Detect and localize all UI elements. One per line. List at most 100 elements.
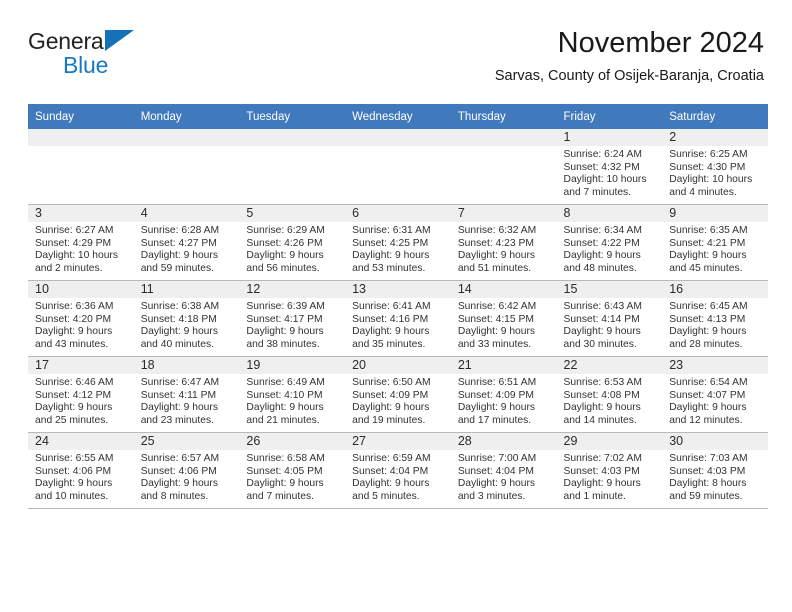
sunset-time: Sunset: 4:03 PM (563, 465, 640, 477)
sunset-time: Sunset: 4:04 PM (352, 465, 429, 477)
sunrise-sunset-calendar-table: Sunday Monday Tuesday Wednesday Thursday… (28, 104, 768, 509)
calendar-day-cell[interactable]: 1 Sunrise: 6:24 AM Sunset: 4:32 PM Daylight… (556, 129, 663, 205)
sunrise-time: Sunrise: 6:45 AM (669, 301, 748, 312)
daylight-duration-line1: Daylight: 9 hours (457, 250, 536, 262)
daylight-duration-line1: Daylight: 9 hours (457, 478, 536, 490)
page-title: November 2024 (557, 27, 764, 59)
sunrise-time: Sunrise: 6:59 AM (352, 453, 431, 464)
calendar-day-cell[interactable]: 15 Sunrise: 6:43 AM Sunset: 4:14 PM Dayligh… (556, 280, 663, 357)
day-details: Sunrise: 7:02 AM Sunset: 4:03 PM Daylight:… (557, 450, 663, 503)
calendar-day-cell[interactable]: 22 Sunrise: 6:53 AM Sunset: 4:08 PM Dayligh… (556, 356, 663, 433)
sunset-time: Sunset: 4:05 PM (246, 465, 323, 477)
sunset-time: Sunset: 4:04 PM (457, 465, 534, 477)
sunrise-time: Sunrise: 6:49 AM (246, 377, 325, 388)
calendar-day-cell[interactable]: 30 Sunrise: 7:03 AM Sunset: 4:03 PM Dayligh… (662, 432, 768, 509)
day-number: 25 (133, 433, 240, 450)
calendar-day-cell[interactable]: 28 Sunrise: 7:00 AM Sunset: 4:04 PM Dayligh… (450, 432, 557, 509)
daylight-duration-line1: Daylight: 9 hours (140, 402, 218, 414)
sunset-time: Sunset: 4:20 PM (35, 313, 112, 325)
calendar-day-cell[interactable]: 11 Sunrise: 6:38 AM Sunset: 4:18 PM Dayligh… (133, 280, 240, 357)
daylight-duration-line1: Daylight: 9 hours (457, 326, 536, 338)
calendar-day-cell[interactable]: 4 Sunrise: 6:28 AM Sunset: 4:27 PM Daylight… (133, 204, 240, 281)
calendar-day-cell[interactable]: 29 Sunrise: 7:02 AM Sunset: 4:03 PM Dayligh… (556, 432, 663, 509)
day-number: 12 (239, 281, 346, 298)
daylight-duration-line1: Daylight: 9 hours (140, 250, 218, 262)
day-details: Sunrise: 6:42 AM Sunset: 4:15 PM Daylight:… (451, 298, 557, 351)
day-number: 13 (345, 281, 451, 298)
calendar-day-cell[interactable]: 19 Sunrise: 6:49 AM Sunset: 4:10 PM Dayligh… (239, 356, 346, 433)
day-details: Sunrise: 6:35 AM Sunset: 4:21 PM Daylight:… (662, 222, 768, 275)
daylight-duration-line1: Daylight: 9 hours (563, 402, 641, 414)
daylight-duration-line1: Daylight: 9 hours (563, 250, 641, 262)
calendar-day-cell[interactable]: 27 Sunrise: 6:59 AM Sunset: 4:04 PM Dayligh… (345, 432, 451, 509)
sunset-time: Sunset: 4:07 PM (669, 389, 746, 401)
day-number: 26 (239, 433, 346, 450)
day-number: 11 (133, 281, 240, 298)
general-blue-logo[interactable]: General Blue (28, 28, 208, 84)
daylight-duration-line2: and 45 minutes. (669, 262, 743, 274)
sunrise-time: Sunrise: 6:25 AM (669, 149, 748, 160)
calendar-day-cell[interactable]: 10 Sunrise: 6:36 AM Sunset: 4:20 PM Dayligh… (28, 280, 134, 357)
calendar-day-cell[interactable]: 16 Sunrise: 6:45 AM Sunset: 4:13 PM Dayligh… (662, 280, 768, 357)
calendar-day-cell[interactable]: 8 Sunrise: 6:34 AM Sunset: 4:22 PM Daylight… (556, 204, 663, 281)
logo-text-blue: Blue (63, 52, 109, 78)
sunrise-time: Sunrise: 7:03 AM (669, 453, 748, 464)
daylight-duration-line2: and 53 minutes. (352, 262, 426, 274)
day-details: Sunrise: 6:43 AM Sunset: 4:14 PM Daylight:… (557, 298, 663, 351)
day-number: 29 (556, 433, 663, 450)
day-details: Sunrise: 6:49 AM Sunset: 4:10 PM Daylight:… (239, 374, 345, 427)
daylight-duration-line1: Daylight: 9 hours (563, 478, 641, 490)
day-number (133, 129, 240, 146)
sunrise-time: Sunrise: 7:00 AM (457, 453, 537, 464)
daylight-duration-line2: and 3 minutes. (457, 490, 526, 502)
calendar-day-cell[interactable]: 24 Sunrise: 6:55 AM Sunset: 4:06 PM Dayligh… (28, 432, 134, 509)
calendar-day-cell[interactable]: 21 Sunrise: 6:51 AM Sunset: 4:09 PM Dayligh… (450, 356, 557, 433)
day-details: Sunrise: 6:34 AM Sunset: 4:22 PM Daylight:… (557, 222, 663, 275)
calendar-day-cell[interactable]: 6 Sunrise: 6:31 AM Sunset: 4:25 PM Daylight… (345, 204, 451, 281)
sunset-time: Sunset: 4:09 PM (352, 389, 429, 401)
calendar-day-cell[interactable]: 18 Sunrise: 6:47 AM Sunset: 4:11 PM Dayligh… (133, 356, 240, 433)
calendar-day-cell[interactable]: 14 Sunrise: 6:42 AM Sunset: 4:15 PM Dayligh… (450, 280, 557, 357)
calendar-day-cell[interactable]: 23 Sunrise: 6:54 AM Sunset: 4:07 PM Dayligh… (662, 356, 768, 433)
daylight-duration-line2: and 1 minute. (563, 490, 626, 502)
daylight-duration-line1: Daylight: 9 hours (352, 250, 430, 262)
daylight-duration-line1: Daylight: 9 hours (669, 326, 747, 338)
day-number: 20 (345, 357, 451, 374)
day-details: Sunrise: 7:03 AM Sunset: 4:03 PM Daylight:… (662, 450, 768, 503)
day-number: 24 (28, 433, 134, 450)
daylight-duration-line1: Daylight: 8 hours (669, 478, 747, 490)
calendar-day-cell[interactable]: 5 Sunrise: 6:29 AM Sunset: 4:26 PM Daylight… (239, 204, 346, 281)
calendar-day-cell[interactable]: 17 Sunrise: 6:46 AM Sunset: 4:12 PM Dayligh… (28, 356, 134, 433)
daylight-duration-line1: Daylight: 9 hours (140, 478, 218, 490)
day-number: 27 (345, 433, 451, 450)
calendar-body: 1 Sunrise: 6:24 AM Sunset: 4:32 PM Daylight… (28, 129, 768, 509)
daylight-duration-line1: Daylight: 9 hours (35, 326, 113, 338)
calendar-day-cell[interactable]: 25 Sunrise: 6:57 AM Sunset: 4:06 PM Dayligh… (133, 432, 240, 509)
day-details: Sunrise: 6:54 AM Sunset: 4:07 PM Daylight:… (662, 374, 768, 427)
daylight-duration-line1: Daylight: 9 hours (35, 478, 113, 490)
calendar-day-cell[interactable]: 13 Sunrise: 6:41 AM Sunset: 4:16 PM Dayligh… (345, 280, 451, 357)
calendar-day-cell[interactable]: 9 Sunrise: 6:35 AM Sunset: 4:21 PM Daylight… (662, 204, 768, 281)
sunset-time: Sunset: 4:09 PM (457, 389, 534, 401)
day-number: 17 (28, 357, 134, 374)
day-details: Sunrise: 7:00 AM Sunset: 4:04 PM Daylight:… (451, 450, 557, 503)
calendar-day-cell[interactable]: 12 Sunrise: 6:39 AM Sunset: 4:17 PM Dayligh… (239, 280, 346, 357)
calendar-day-cell[interactable]: 20 Sunrise: 6:50 AM Sunset: 4:09 PM Dayligh… (345, 356, 451, 433)
sunrise-time: Sunrise: 6:29 AM (246, 225, 325, 236)
calendar-day-cell[interactable]: 3 Sunrise: 6:27 AM Sunset: 4:29 PM Daylight… (28, 204, 134, 281)
calendar-day-cell-empty (239, 129, 346, 205)
calendar-header-row-group: Sunday Monday Tuesday Wednesday Thursday… (28, 104, 768, 129)
daylight-duration-line2: and 43 minutes. (35, 338, 109, 350)
weekday-header-tuesday: Tuesday (239, 104, 346, 129)
day-number: 30 (662, 433, 768, 450)
calendar-day-cell[interactable]: 7 Sunrise: 6:32 AM Sunset: 4:23 PM Daylight… (450, 204, 557, 281)
sunrise-time: Sunrise: 6:28 AM (140, 225, 220, 236)
daylight-duration-line1: Daylight: 9 hours (246, 402, 324, 414)
day-details: Sunrise: 6:50 AM Sunset: 4:09 PM Daylight:… (345, 374, 451, 427)
calendar-day-cell-empty (450, 129, 557, 205)
sunset-time: Sunset: 4:10 PM (246, 389, 323, 401)
calendar-day-cell[interactable]: 26 Sunrise: 6:58 AM Sunset: 4:05 PM Dayligh… (239, 432, 346, 509)
sunset-time: Sunset: 4:30 PM (669, 161, 746, 173)
sunrise-time: Sunrise: 6:38 AM (140, 301, 220, 312)
calendar-day-cell[interactable]: 2 Sunrise: 6:25 AM Sunset: 4:30 PM Daylight… (662, 129, 768, 205)
